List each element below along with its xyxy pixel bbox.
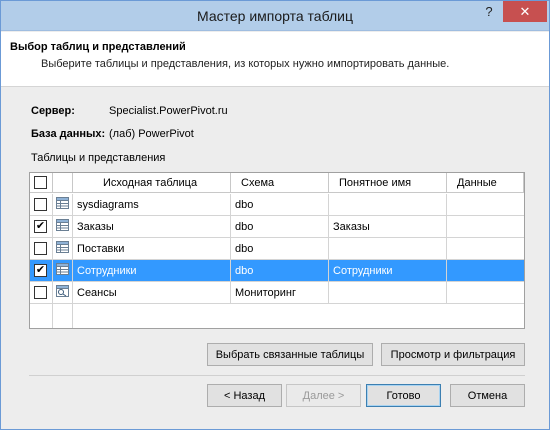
import-wizard-window: Мастер импорта таблиц ? ✕ Выбор таблиц и… (0, 0, 550, 430)
view-icon (56, 285, 69, 300)
row-icon-cell (53, 282, 73, 303)
table-row[interactable]: Поставки dbo (30, 238, 524, 260)
table-row[interactable]: Сеансы Мониторинг (30, 282, 524, 304)
table-icon (56, 219, 69, 234)
friendly-name-cell[interactable]: Заказы (329, 216, 447, 237)
row-checkbox[interactable] (34, 286, 47, 299)
check-mark: ✔ (35, 264, 46, 276)
header-title: Выбор таблиц и представлений (10, 41, 186, 53)
row-check-cell[interactable]: ✔ (30, 216, 53, 237)
source-table-cell: Поставки (73, 238, 231, 259)
cancel-button[interactable]: Отмена (450, 384, 525, 407)
friendly-name-cell[interactable]: Сотрудники (329, 260, 447, 281)
row-check-cell[interactable]: ✔ (30, 260, 53, 281)
friendly-name-cell[interactable] (329, 282, 447, 303)
database-label: База данных: (31, 128, 106, 140)
next-button[interactable]: Далее > (286, 384, 361, 407)
table-icon (56, 241, 69, 256)
help-icon: ? (485, 4, 493, 19)
schema-cell: Мониторинг (231, 282, 329, 303)
row-checkbox[interactable] (34, 198, 47, 211)
row-checkbox[interactable]: ✔ (34, 264, 47, 277)
finish-button[interactable]: Готово (366, 384, 441, 407)
data-cell (447, 238, 524, 259)
back-button[interactable]: < Назад (207, 384, 282, 407)
source-table-cell: Заказы (73, 216, 231, 237)
data-cell (447, 282, 524, 303)
grid-header: Исходная таблица Схема Понятное имя Данн… (30, 173, 524, 193)
tables-section-label: Таблицы и представления (31, 152, 166, 164)
data-cell (447, 260, 524, 281)
select-all-cell[interactable] (30, 173, 53, 192)
window-title: Мастер импорта таблиц (197, 8, 353, 24)
icon-column-header (53, 173, 73, 192)
schema-cell: dbo (231, 194, 329, 215)
title-bar[interactable]: Мастер импорта таблиц ? ✕ (1, 1, 549, 31)
source-table-cell: Сеансы (73, 282, 231, 303)
header-description: Выберите таблицы и представления, из кот… (41, 58, 450, 70)
select-all-checkbox[interactable] (34, 176, 47, 189)
table-icon (56, 197, 69, 212)
row-icon-cell (53, 216, 73, 237)
preview-filter-button[interactable]: Просмотр и фильтрация (381, 343, 525, 366)
grid-empty-icon-column (53, 304, 73, 328)
row-checkbox[interactable] (34, 242, 47, 255)
source-table-cell: sysdiagrams (73, 194, 231, 215)
wizard-header: Выбор таблиц и представлений Выберите та… (1, 32, 549, 87)
grid-empty-check-column (30, 304, 53, 328)
check-mark: ✔ (35, 220, 46, 232)
table-row[interactable]: ✔ Сотрудники dbo Сотрудники (30, 260, 524, 282)
column-header-source[interactable]: Исходная таблица (73, 173, 231, 192)
row-checkbox[interactable]: ✔ (34, 220, 47, 233)
table-icon (56, 263, 69, 278)
footer-divider (29, 375, 525, 376)
help-button[interactable]: ? (479, 1, 499, 22)
server-value: Specialist.PowerPivot.ru (109, 105, 228, 117)
close-icon: ✕ (519, 3, 531, 19)
table-row[interactable]: sysdiagrams dbo (30, 194, 524, 216)
schema-cell: dbo (231, 238, 329, 259)
close-button[interactable]: ✕ (503, 1, 547, 22)
server-label: Сервер: (31, 105, 75, 117)
row-icon-cell (53, 238, 73, 259)
table-row[interactable]: ✔ Заказы dbo Заказы (30, 216, 524, 238)
schema-cell: dbo (231, 260, 329, 281)
row-check-cell[interactable] (30, 194, 53, 215)
row-icon-cell (53, 194, 73, 215)
data-cell (447, 194, 524, 215)
column-header-schema[interactable]: Схема (231, 173, 329, 192)
friendly-name-cell[interactable] (329, 194, 447, 215)
row-check-cell[interactable] (30, 238, 53, 259)
row-icon-cell (53, 260, 73, 281)
column-header-friendly-name[interactable]: Понятное имя (329, 173, 447, 192)
friendly-name-cell[interactable] (329, 238, 447, 259)
select-related-tables-button[interactable]: Выбрать связанные таблицы (207, 343, 373, 366)
data-cell (447, 216, 524, 237)
schema-cell: dbo (231, 216, 329, 237)
database-value: (лаб) PowerPivot (109, 128, 194, 140)
source-table-cell: Сотрудники (73, 260, 231, 281)
row-check-cell[interactable] (30, 282, 53, 303)
column-header-data[interactable]: Данные (447, 173, 524, 192)
tables-grid[interactable]: Исходная таблица Схема Понятное имя Данн… (29, 172, 525, 329)
